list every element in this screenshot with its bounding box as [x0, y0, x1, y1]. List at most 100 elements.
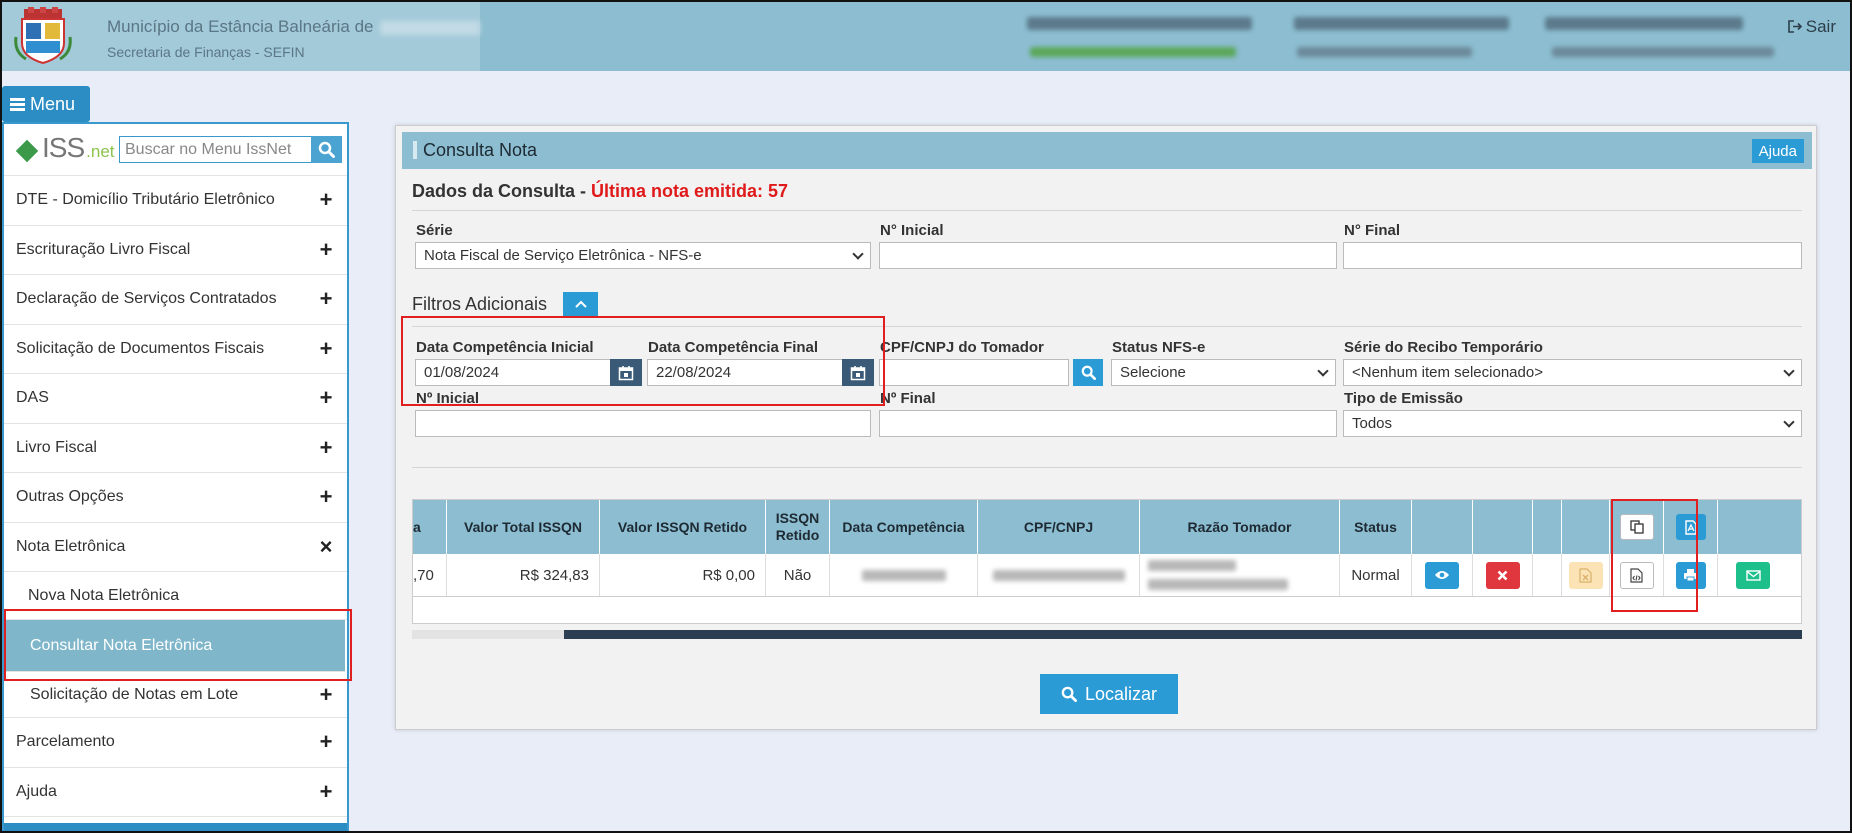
chevron-down-icon [1317, 364, 1329, 377]
divider [412, 210, 1802, 211]
data-final-input[interactable]: 22/08/2024 [647, 359, 843, 386]
header-valor-total-issqn: Valor Total ISSQN [447, 500, 600, 554]
sidebar-item-das[interactable]: DAS + [4, 374, 347, 424]
calendar-icon [850, 365, 866, 380]
data-inicial-input[interactable]: 01/08/2024 [415, 359, 611, 386]
cell-empty [1533, 554, 1562, 596]
sidebar-item-label: Escrituração Livro Fiscal [16, 240, 191, 258]
chevron-down-icon [1783, 364, 1795, 377]
localizar-label: Localizar [1084, 683, 1158, 704]
help-button[interactable]: Ajuda [1751, 139, 1804, 163]
sidebar-item-solicitacao-documentos[interactable]: Solicitação de Documentos Fiscais + [4, 325, 347, 374]
pdf-icon [1684, 519, 1697, 535]
serie-select[interactable]: Nota Fiscal de Serviço Eletrônica - NFS-… [415, 242, 871, 269]
cpf-tomador-input[interactable] [879, 359, 1069, 386]
n-inicial-input[interactable] [879, 242, 1337, 269]
filtros-adicionais-title: Filtros Adicionais [412, 294, 548, 314]
tipo-emissao-label: Tipo de Emissão [1344, 390, 1463, 407]
logout-button[interactable]: Sair [1787, 17, 1836, 37]
scrollbar-thumb[interactable] [564, 630, 1802, 639]
sidebar: ISS .net DTE - Domicílio Tributário Elet… [2, 122, 349, 833]
sidebar-item-outras-opcoes[interactable]: Outras Opções + [4, 473, 347, 523]
xml-download-button[interactable] [1619, 561, 1654, 589]
serie-recibo-select[interactable]: <Nenhum item selecionado> [1343, 359, 1802, 386]
n-final-input[interactable] [1343, 242, 1802, 269]
header-partial-column: a [413, 500, 447, 554]
print-button[interactable] [1675, 561, 1706, 589]
cell-valor-issqn-retido: R$ 0,00 [600, 554, 766, 596]
header-status: Status [1340, 500, 1412, 554]
expand-plus-icon: + [319, 434, 333, 460]
table-row[interactable]: ,70 R$ 324,83 R$ 0,00 Não Normal [413, 554, 1801, 597]
email-button[interactable] [1736, 561, 1770, 589]
sidebar-item-dte[interactable]: DTE - Domicílio Tributário Eletrônico + [4, 176, 347, 226]
menu-button[interactable]: Menu [2, 86, 90, 122]
header-valor-issqn-retido: Valor ISSQN Retido [600, 500, 766, 554]
issnet-logo: ISS .net [15, 134, 115, 163]
sidebar-item-consultar-nota[interactable]: Consultar Nota Eletrônica [6, 620, 345, 672]
issnet-logo-net: .net [86, 142, 115, 161]
serie-recibo-label: Série do Recibo Temporário [1344, 339, 1543, 356]
menu-search-button[interactable] [311, 136, 342, 163]
header-data-competencia: Data Competência [830, 500, 978, 554]
view-button[interactable] [1425, 561, 1459, 589]
filtros-toggle-button[interactable] [563, 292, 598, 316]
divider [412, 326, 1802, 327]
sidebar-item-ajuda[interactable]: Ajuda + [4, 768, 347, 817]
tipo-emissao-select[interactable]: Todos [1343, 410, 1802, 437]
sidebar-item-nota-eletronica[interactable]: Nota Eletrônica × [4, 523, 347, 572]
data-final-calendar-button[interactable] [842, 359, 874, 386]
menu-search-input[interactable] [119, 136, 312, 163]
crest-logo [14, 7, 72, 65]
sidebar-item-declaracao[interactable]: Declaração de Serviços Contratados + [4, 275, 347, 325]
sidebar-item-label: DTE - Domicílio Tributário Eletrônico [16, 191, 275, 209]
cancel-button[interactable] [1485, 561, 1520, 589]
n-inicial-label: N° Inicial [880, 222, 944, 239]
competencia-info-blurred [1027, 17, 1252, 30]
sidebar-item-nova-nota[interactable]: Nova Nota Eletrônica [4, 572, 347, 620]
municipality-title: Município da Estância Balneária de [107, 17, 480, 37]
access-info-blurred [1552, 47, 1774, 57]
sidebar-item-label: Solicitação de Documentos Fiscais [16, 339, 265, 357]
sidebar-item-livro-fiscal[interactable]: Livro Fiscal + [4, 424, 347, 473]
sidebar-item-label: DAS [16, 389, 49, 407]
cpf-search-button[interactable] [1073, 359, 1103, 386]
print-icon [1684, 569, 1697, 582]
excel-button[interactable] [1568, 561, 1603, 589]
inscricao-info-blurred [1297, 47, 1472, 57]
panel-header: Consulta Nota Ajuda [402, 132, 1812, 169]
sidebar-item-solicitacao-lote[interactable]: Solicitação de Notas em Lote + [4, 672, 347, 718]
sidebar-item-label: Parcelamento [16, 733, 115, 751]
panel-title: Consulta Nota [413, 141, 537, 159]
cell-xml [1610, 554, 1664, 596]
sidebar-item-escrituracao[interactable]: Escrituração Livro Fiscal + [4, 226, 347, 275]
serie-select-value: Nota Fiscal de Serviço Eletrônica - NFS-… [424, 247, 702, 264]
table-horizontal-scrollbar[interactable] [412, 630, 1802, 639]
sidebar-item-parcelamento[interactable]: Parcelamento + [4, 718, 347, 768]
sidebar-item-label: Ajuda [16, 782, 57, 800]
cell-view [1412, 554, 1473, 596]
search-icon [1081, 365, 1096, 380]
copy-all-button[interactable] [1619, 514, 1654, 540]
copy-icon [1629, 520, 1644, 534]
sidebar-item-label: Consultar Nota Eletrônica [30, 636, 213, 654]
search-icon [318, 141, 335, 158]
status-nfse-label: Status NFS-e [1112, 339, 1206, 356]
data-inicial-label: Data Competência Inicial [416, 339, 594, 356]
data-inicial-calendar-button[interactable] [610, 359, 642, 386]
localizar-button[interactable]: Localizar [1040, 674, 1178, 714]
dados-consulta-label: Dados da Consulta - [412, 181, 592, 201]
n-final-filter-input[interactable] [879, 410, 1337, 437]
header-issqn-retido: ISSQN Retido [766, 500, 830, 554]
cell-razao-tomador-blurred [1140, 554, 1340, 596]
data-final-label: Data Competência Final [648, 339, 819, 356]
n-inicial-filter-input[interactable] [415, 410, 871, 437]
user-info-blurred [1545, 17, 1743, 30]
status-nfse-select[interactable]: Selecione [1111, 359, 1336, 386]
cell-email [1718, 554, 1801, 596]
regime-info-blurred [1030, 47, 1236, 57]
pdf-all-button[interactable] [1675, 514, 1706, 540]
issnet-diamond-icon [15, 139, 39, 163]
n-final-filter-label: Nº Final [880, 390, 936, 407]
cell-issqn-retido: Não [766, 554, 830, 596]
